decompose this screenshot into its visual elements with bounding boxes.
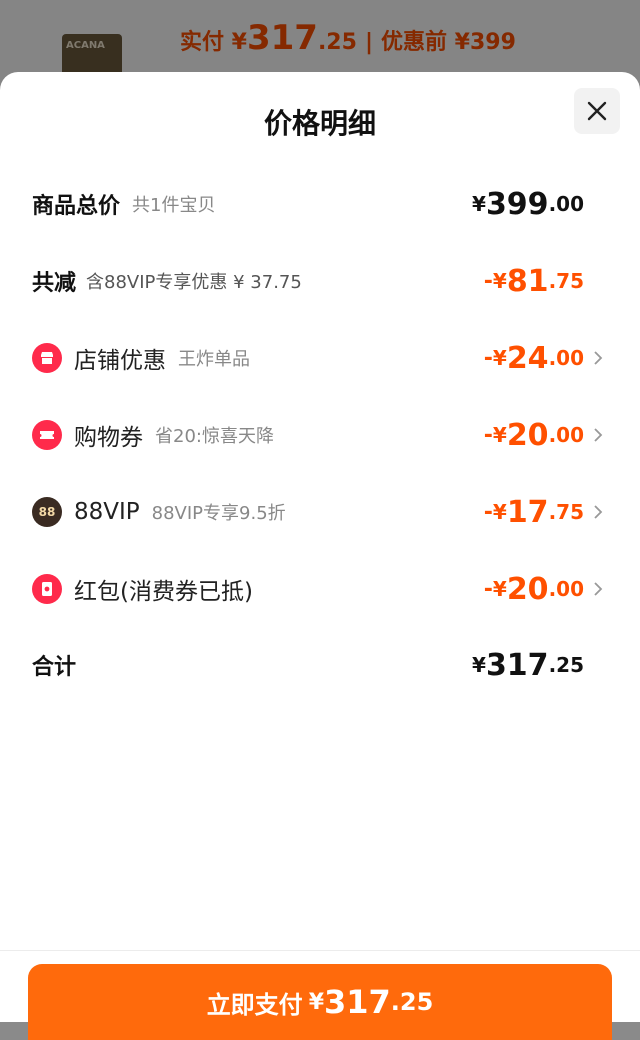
price-int: 20 <box>506 417 549 453</box>
pay-button-label: 立即支付 <box>206 990 303 1019</box>
pay-button-int: 317 <box>324 983 391 1021</box>
price-int: 81 <box>506 263 549 299</box>
chevron-right-icon <box>592 415 604 455</box>
price-int: 317 <box>485 647 549 683</box>
price-yen: ¥ <box>472 192 486 216</box>
sum-row: 合计 ¥317.25 <box>0 645 640 685</box>
discount-label: 店铺优惠 <box>74 348 166 374</box>
discount-sub: 88VIP专享9.5折 <box>151 503 286 524</box>
total-goods-label: 商品总价 <box>32 194 121 219</box>
total-goods-sub: 共1件宝贝 <box>132 195 216 216</box>
discount-price: - ¥24.00 <box>484 338 584 378</box>
price-dec: .25 <box>548 653 584 677</box>
chevron-right-icon <box>592 569 604 609</box>
close-button[interactable] <box>574 88 620 134</box>
price-dec: .00 <box>548 346 584 370</box>
price-int: 20 <box>506 571 549 607</box>
discount-price: - ¥17.75 <box>484 492 584 532</box>
price-minus: - <box>483 345 493 371</box>
pay-button-yen: ¥ <box>308 989 324 1015</box>
chevron-right-icon <box>592 338 604 378</box>
price-detail-sheet: 价格明细 商品总价 共1件宝贝 ¥399.00 共减 含88VIP专享优惠 ¥ … <box>0 72 640 1040</box>
price-yen: ¥ <box>492 423 507 447</box>
bottom-divider <box>0 950 640 951</box>
total-goods-price: ¥399.00 <box>472 184 584 224</box>
price-minus: - <box>483 422 493 448</box>
price-minus: - <box>483 576 493 602</box>
price-int: 399 <box>485 186 549 222</box>
pay-button-dec: .25 <box>390 988 434 1016</box>
discount-price: - ¥20.00 <box>484 569 584 609</box>
total-reduce-price: - ¥81.75 <box>484 261 584 301</box>
sum-label: 合计 <box>32 655 77 680</box>
total-reduce-label: 共减 <box>32 271 77 296</box>
sheet-title: 价格明细 <box>263 107 376 140</box>
price-yen: ¥ <box>492 500 507 524</box>
close-icon <box>587 101 607 121</box>
discount-row-vip[interactable]: 88 88VIP 88VIP专享9.5折 - ¥17.75 <box>0 492 640 532</box>
coupon-icon <box>32 420 62 450</box>
price-yen: ¥ <box>492 346 507 370</box>
discount-row-shop[interactable]: 店铺优惠 王炸单品 - ¥24.00 <box>0 338 640 378</box>
price-minus: - <box>483 268 493 294</box>
total-goods-row: 商品总价 共1件宝贝 ¥399.00 <box>0 184 640 224</box>
price-int: 17 <box>506 494 549 530</box>
chevron-right-icon <box>592 492 604 532</box>
vip-icon: 88 <box>32 497 62 527</box>
price-dec: .00 <box>548 192 584 216</box>
discount-row-red-packet[interactable]: 红包(消费券已抵) - ¥20.00 <box>0 569 640 609</box>
price-int: 24 <box>506 340 549 376</box>
price-dec: .00 <box>548 577 584 601</box>
total-reduce-sub: 含88VIP专享优惠 ¥ 37.75 <box>86 272 302 293</box>
discount-price: - ¥20.00 <box>484 415 584 455</box>
vip-icon-text: 88 <box>38 505 56 519</box>
total-reduce-row: 共减 含88VIP专享优惠 ¥ 37.75 - ¥81.75 <box>0 261 640 301</box>
discount-sub: 省20:惊喜天降 <box>155 426 274 447</box>
price-dec: .00 <box>548 423 584 447</box>
shop-icon <box>32 343 62 373</box>
price-minus: - <box>483 499 493 525</box>
price-dec: .75 <box>548 500 584 524</box>
discount-sub: 王炸单品 <box>178 349 250 370</box>
discount-label: 购物券 <box>74 425 143 451</box>
red-packet-icon <box>32 574 62 604</box>
price-yen: ¥ <box>472 653 486 677</box>
pay-now-button[interactable]: 立即支付 ¥317.25 <box>28 964 612 1040</box>
price-yen: ¥ <box>492 269 507 293</box>
sum-price: ¥317.25 <box>472 645 584 685</box>
discount-label: 88VIP <box>74 499 140 525</box>
price-yen: ¥ <box>492 577 507 601</box>
discount-label: 红包(消费券已抵) <box>74 579 253 605</box>
discount-row-coupon[interactable]: 购物券 省20:惊喜天降 - ¥20.00 <box>0 415 640 455</box>
price-dec: .75 <box>548 269 584 293</box>
